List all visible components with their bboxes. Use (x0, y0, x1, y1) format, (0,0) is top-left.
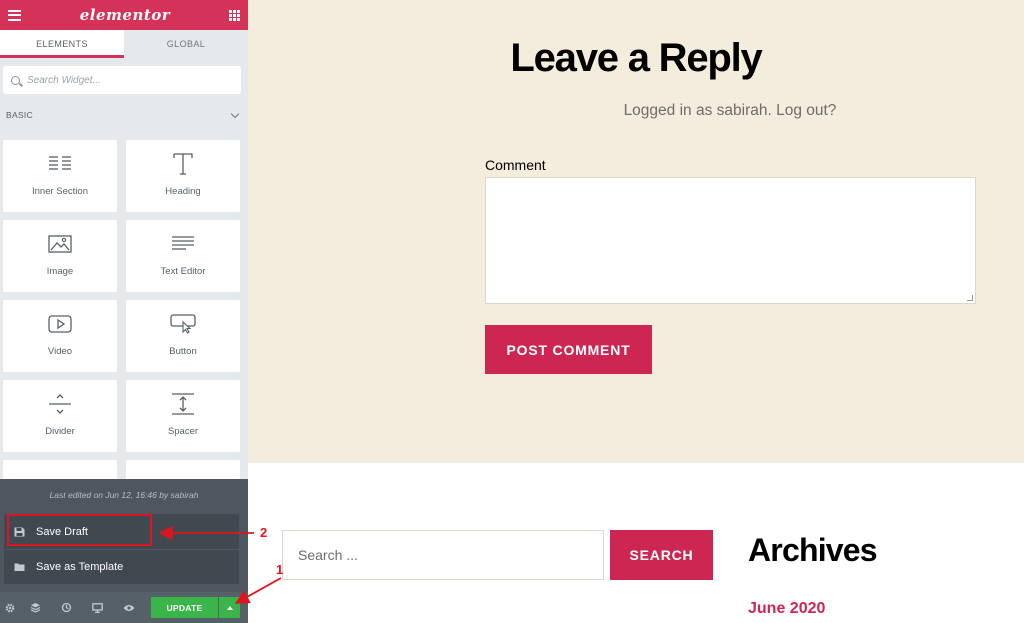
settings-icon[interactable] (0, 592, 20, 623)
comment-label: Comment (485, 157, 546, 173)
inner-section-icon (48, 152, 72, 176)
widget-search-placeholder: Search Widget... (27, 74, 101, 86)
navigator-icon[interactable] (20, 592, 51, 623)
responsive-icon[interactable] (82, 592, 113, 623)
preview-icon[interactable] (113, 592, 144, 623)
widget-heading[interactable]: Heading (126, 140, 240, 212)
annotation-step-2: 2 (260, 525, 268, 540)
widget-label: Text Editor (160, 266, 206, 277)
publish-options-toggle[interactable] (219, 597, 240, 618)
widget-button[interactable]: Button (126, 300, 240, 372)
button-icon (170, 312, 196, 336)
search-icon (11, 75, 20, 85)
category-title: BASIC (6, 110, 34, 120)
history-icon[interactable] (51, 592, 82, 623)
spacer-icon (171, 392, 195, 416)
post-comment-button[interactable]: POST COMMENT (485, 325, 652, 374)
archives-title: Archives (748, 532, 878, 568)
chevron-down-icon (230, 109, 240, 118)
widget-search-input[interactable]: Search Widget... (3, 66, 241, 94)
widget-label: Heading (165, 186, 201, 197)
video-icon (48, 312, 72, 336)
elementor-logo: elementor (79, 6, 171, 24)
comment-respond-section: Leave a Reply Logged in as sabirah. Log … (248, 0, 1024, 463)
text-editor-icon (171, 232, 195, 256)
logged-in-as-text: Logged in as sabirah. Log out? (623, 102, 837, 119)
widget-label: Image (46, 266, 74, 277)
widget-inner-section[interactable]: Inner Section (3, 140, 117, 212)
last-edited-text: Last edited on Jun 12, 16:46 by sabirah (49, 490, 199, 500)
category-basic-header[interactable]: BASIC (0, 109, 248, 121)
save-draft-highlight (7, 514, 152, 546)
widget-spacer[interactable]: Spacer (126, 380, 240, 452)
widget-label: Spacer (167, 426, 199, 437)
tab-elements[interactable]: ELEMENTS (0, 30, 124, 58)
save-as-template-label: Save as Template (36, 561, 124, 573)
save-as-template-item[interactable]: Save as Template (4, 549, 239, 584)
widgets-grid-icon[interactable] (228, 9, 240, 21)
heading-icon (172, 152, 194, 176)
chevron-up-icon (226, 605, 233, 610)
annotation-step-1: 1 (276, 562, 284, 577)
folder-icon (14, 563, 25, 571)
site-search-button[interactable]: SEARCH (610, 530, 713, 580)
tab-global[interactable]: GLOBAL (124, 30, 248, 58)
widget-label: Inner Section (32, 186, 88, 197)
update-button[interactable]: UPDATE (151, 597, 218, 618)
panel-tabs: ELEMENTS GLOBAL (0, 30, 248, 58)
widget-image[interactable]: Image (3, 220, 117, 292)
image-icon (48, 232, 72, 256)
widget-video[interactable]: Video (3, 300, 117, 372)
widget-divider[interactable]: Divider (3, 380, 117, 452)
widget-label: Video (47, 346, 73, 357)
comment-textarea[interactable] (485, 177, 976, 304)
hamburger-menu-icon[interactable] (8, 9, 21, 21)
resize-grip-icon[interactable] (967, 295, 973, 301)
archive-link-june-2020[interactable]: June 2020 (748, 600, 825, 618)
widget-label: Divider (45, 426, 75, 437)
editor-header: elementor (0, 0, 248, 30)
divider-icon (48, 392, 72, 416)
widget-text-editor[interactable]: Text Editor (126, 220, 240, 292)
page-preview: Leave a Reply Logged in as sabirah. Log … (248, 0, 1024, 623)
widget-grid: Inner Section Heading Image Text Editor … (3, 140, 240, 532)
site-search-input[interactable]: Search ... (282, 530, 604, 580)
widget-label: Button (169, 346, 197, 357)
reply-title: Leave a Reply (510, 36, 762, 80)
